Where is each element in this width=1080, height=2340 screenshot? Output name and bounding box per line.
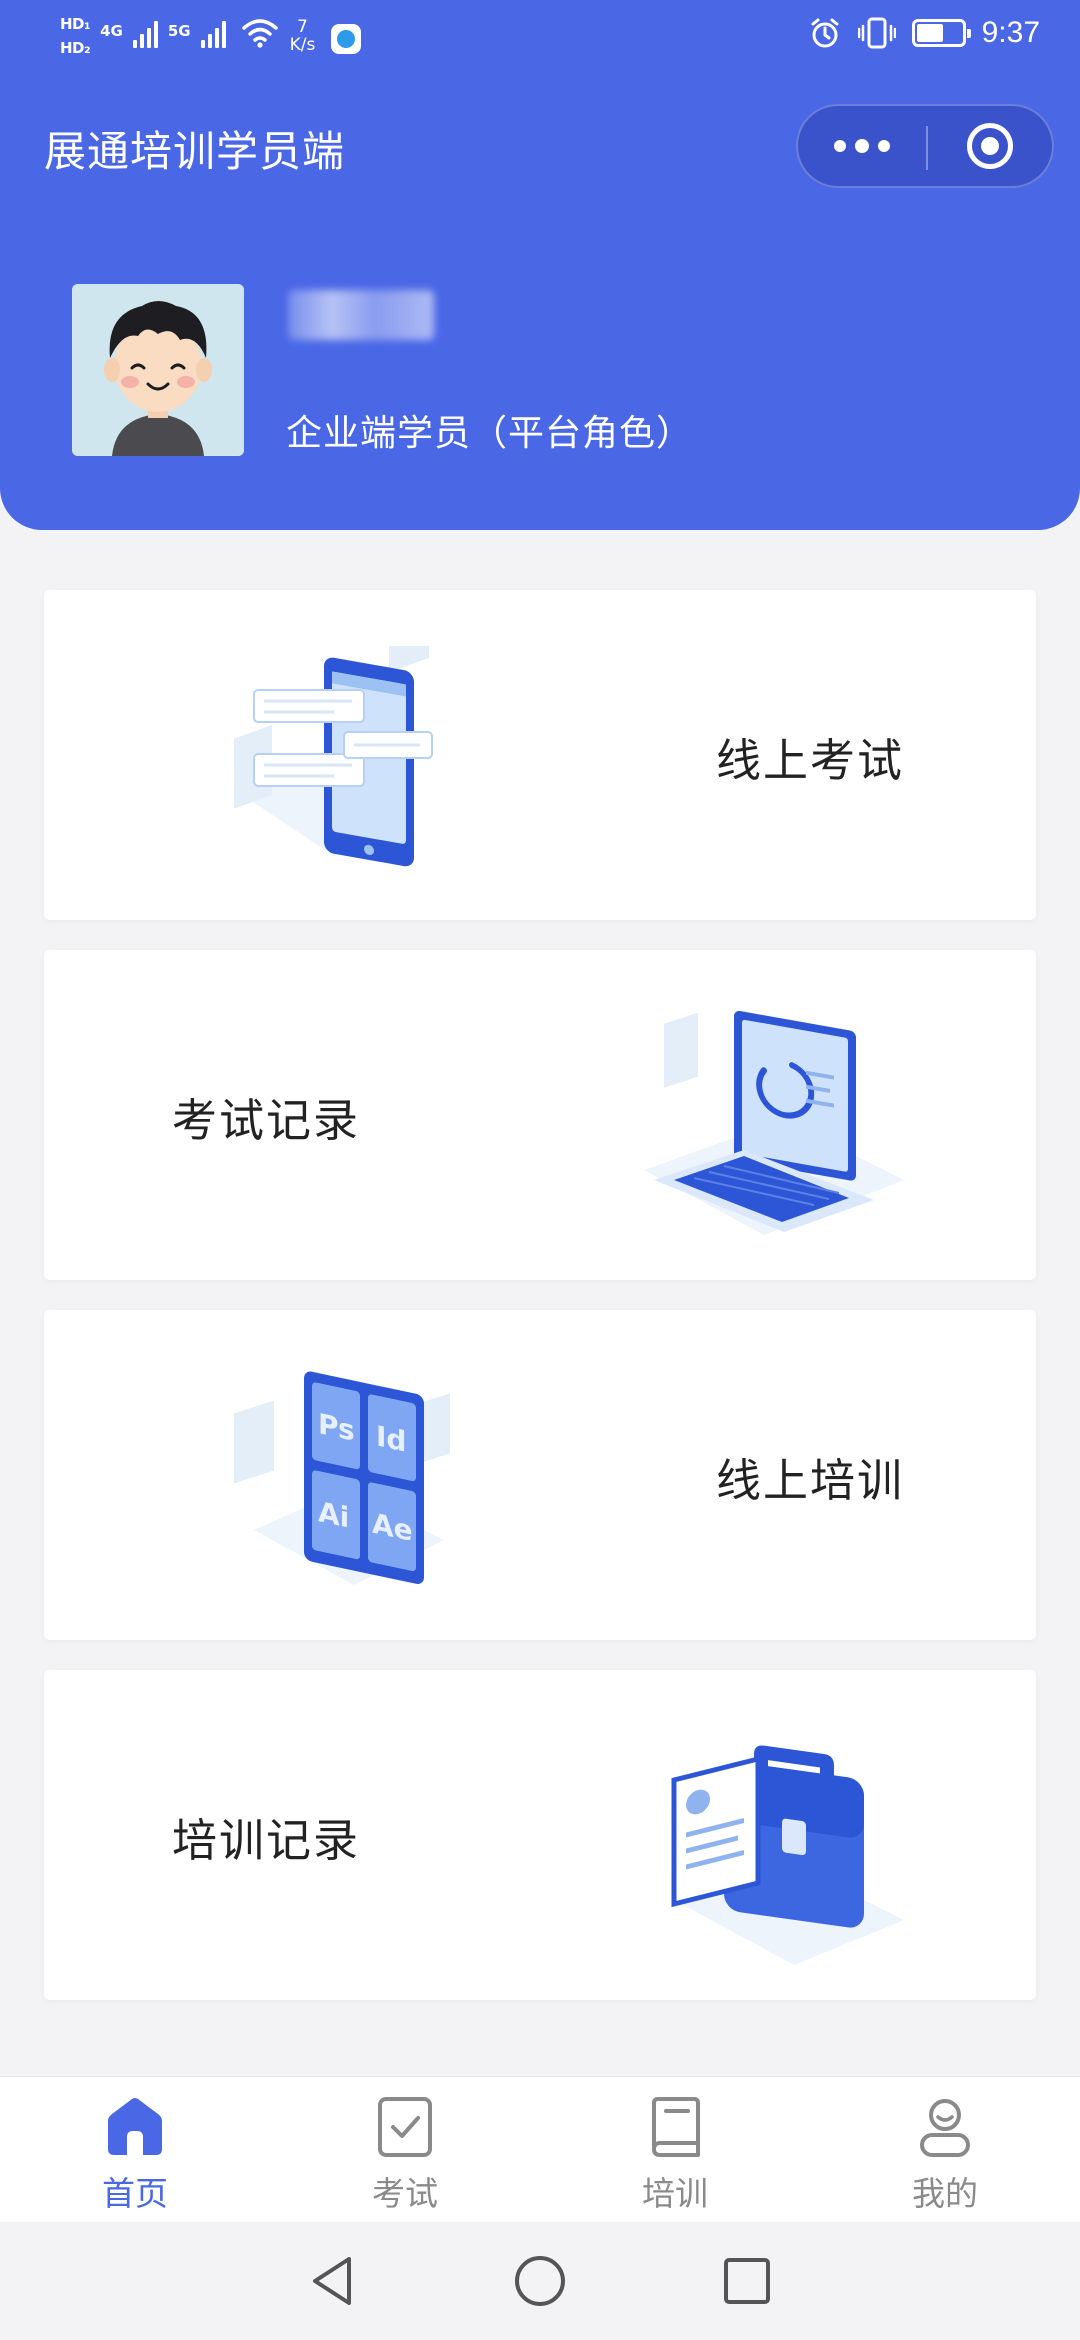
briefcase-document-icon xyxy=(671,1745,904,1965)
card-exam-records[interactable]: 考试记录 xyxy=(44,950,1036,1280)
card-label-online-training: 线上培训 xyxy=(716,1454,905,1507)
back-triangle-icon[interactable] xyxy=(305,2253,361,2309)
home-circle-icon[interactable] xyxy=(512,2253,568,2309)
signal-icon xyxy=(132,12,158,52)
tab-home[interactable]: 首页 xyxy=(0,2077,270,2222)
tab-exam-label: 考试 xyxy=(372,2174,438,2213)
net-speed-value: 7 xyxy=(297,17,308,37)
status-bar: HD₁ HD₂ 4G 5G 7 K/s 9:37 xyxy=(0,0,1080,80)
tab-mine[interactable]: 我的 xyxy=(810,2077,1080,2222)
signal-icon xyxy=(200,12,226,52)
battery-icon xyxy=(911,19,971,47)
boy-avatar-icon xyxy=(72,284,244,456)
net-speed-unit: K/s xyxy=(289,35,316,55)
user-name-redacted xyxy=(288,290,434,340)
more-menu-button[interactable] xyxy=(798,106,926,186)
svg-text:Id: Id xyxy=(376,1420,406,1459)
recents-square-icon[interactable] xyxy=(719,2253,775,2309)
net-speed: 7 K/s xyxy=(290,18,316,54)
card-label-online-exam: 线上考试 xyxy=(716,734,905,787)
system-navigation-bar xyxy=(0,2222,1080,2340)
home-icon xyxy=(108,2098,162,2155)
clock-time: 9:37 xyxy=(981,16,1040,49)
card-online-exam[interactable]: 线上考试 xyxy=(44,590,1036,920)
hd1-label: HD₁ xyxy=(60,15,91,33)
network-4g-label: 4G xyxy=(100,22,123,40)
miniprogram-capsule xyxy=(796,104,1054,188)
tab-training[interactable]: 培训 xyxy=(540,2077,810,2222)
close-miniprogram-button[interactable] xyxy=(928,106,1052,186)
battery-level xyxy=(916,24,943,42)
alarm-icon xyxy=(811,18,839,48)
card-training-records[interactable]: 培训记录 xyxy=(44,1670,1036,2000)
hd-indicators: HD₁ HD₂ xyxy=(60,14,91,58)
profile-icon xyxy=(920,2099,970,2157)
tab-training-label: 培训 xyxy=(642,2174,708,2213)
tab-mine-label: 我的 xyxy=(912,2174,978,2213)
network-5g-label: 5G xyxy=(167,22,191,40)
app-screen: HD₁ HD₂ 4G 5G 7 K/s 9:37 展通培训学员端 企业端学员（平… xyxy=(0,0,1080,2340)
laptop-chart-icon xyxy=(644,1010,904,1235)
header: HD₁ HD₂ 4G 5G 7 K/s 9:37 展通培训学员端 企业端学员（平… xyxy=(0,0,1080,530)
tab-exam[interactable]: 考试 xyxy=(270,2077,540,2222)
card-label-exam-records: 考试记录 xyxy=(172,1094,361,1147)
user-role: 企业端学员（平台角色） xyxy=(286,413,694,454)
bottom-tab-bar: 首页 考试 培训 我的 xyxy=(0,2076,1080,2222)
book-icon xyxy=(652,2097,700,2157)
status-left: HD₁ HD₂ 4G 5G 7 K/s xyxy=(60,12,362,58)
avatar[interactable] xyxy=(72,284,244,456)
page-title: 展通培训学员端 xyxy=(44,127,346,176)
card-label-training-records: 培训记录 xyxy=(172,1814,361,1867)
vibrate-icon xyxy=(857,17,896,49)
wifi-icon xyxy=(241,19,278,48)
hd2-label: HD₂ xyxy=(60,39,91,57)
tablet-chat-icon xyxy=(234,646,433,867)
notification-app-icon xyxy=(331,24,362,54)
target-icon xyxy=(967,123,1013,169)
design-apps-icon: Ps Id Ai Ae xyxy=(234,1371,450,1585)
status-right: 9:37 xyxy=(808,16,1040,50)
svg-text:Ai: Ai xyxy=(318,1495,349,1534)
card-online-training[interactable]: Ps Id Ai Ae 线上培训 xyxy=(44,1310,1036,1640)
tab-home-label: 首页 xyxy=(102,2174,168,2213)
checklist-icon xyxy=(378,2097,432,2157)
